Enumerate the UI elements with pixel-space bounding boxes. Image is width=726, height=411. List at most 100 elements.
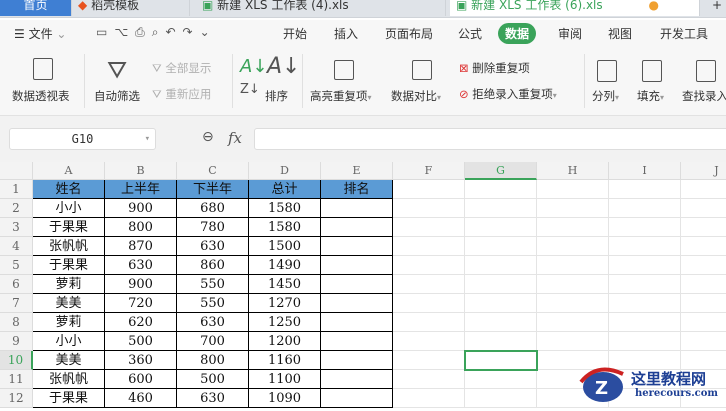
cell[interactable] [609,237,681,256]
column-header-F[interactable]: F [393,162,465,180]
row-header-5[interactable]: 5 [0,256,33,275]
cell[interactable] [465,237,537,256]
cell[interactable]: 900 [105,199,177,218]
cell[interactable] [609,199,681,218]
column-header-H[interactable]: H [537,162,609,180]
cell[interactable]: 720 [105,294,177,313]
cell[interactable]: 550 [177,294,249,313]
cell[interactable] [609,218,681,237]
sort-button[interactable]: 排序 [265,88,288,104]
show-all-button[interactable]: ⛛ 全部显示 [152,60,211,76]
tab-start[interactable]: 开始 [283,25,307,42]
chevron-down-icon[interactable]: ▾ [145,129,150,149]
cell[interactable] [393,370,465,389]
tab-formulas[interactable]: 公式 [458,25,482,42]
column-header-D[interactable]: D [249,162,321,180]
tab-home[interactable]: 首页 [0,0,72,16]
split-columns-button[interactable]: 分列▾ [592,88,619,104]
cell[interactable]: 1160 [249,351,321,370]
cell[interactable]: 于果果 [33,256,105,275]
cell[interactable]: 600 [105,370,177,389]
cell[interactable] [465,199,537,218]
cell[interactable] [681,313,726,332]
new-tab-button[interactable]: + [706,0,726,16]
tab-docer-templates[interactable]: ◆ 稻壳模板 [72,0,190,16]
cell[interactable] [465,294,537,313]
row-header-12[interactable]: 12 [0,389,33,408]
cell[interactable]: 550 [177,275,249,294]
cell[interactable] [681,256,726,275]
cell[interactable] [465,313,537,332]
cell[interactable] [393,332,465,351]
cell[interactable] [537,199,609,218]
tab-view[interactable]: 视图 [608,25,632,42]
cell[interactable]: 1200 [249,332,321,351]
cell[interactable]: 张帆帆 [33,370,105,389]
cell[interactable] [393,237,465,256]
cell[interactable] [609,332,681,351]
cell[interactable] [321,313,393,332]
highlight-duplicates-button[interactable]: 高亮重复项▾ [310,88,372,104]
cell[interactable]: 630 [177,313,249,332]
cell[interactable] [537,275,609,294]
column-header-A[interactable]: A [33,162,105,180]
cell[interactable] [465,218,537,237]
cell[interactable] [681,199,726,218]
data-compare-button[interactable]: 数据对比▾ [391,88,441,104]
cell[interactable] [393,199,465,218]
tab-file-6[interactable]: ▣ 新建 XLS 工作表 (6).xls ● [450,0,700,16]
cell[interactable]: 630 [177,389,249,408]
cell[interactable]: 小小 [33,199,105,218]
row-header-7[interactable]: 7 [0,294,33,313]
cell[interactable] [465,256,537,275]
cell[interactable]: 700 [177,332,249,351]
column-header-J[interactable]: J [681,162,726,180]
tab-review[interactable]: 审阅 [558,25,582,42]
cell[interactable] [321,256,393,275]
cell[interactable] [681,218,726,237]
cell[interactable] [537,313,609,332]
remove-duplicates-button[interactable]: ⊠ 删除重复项 [459,60,530,76]
cell[interactable]: 860 [177,256,249,275]
cell[interactable]: 870 [105,237,177,256]
quick-access-toolbar[interactable]: ▭⌥⎙⌕↶↷⌄ [96,25,217,40]
cell[interactable] [321,370,393,389]
tab-page-layout[interactable]: 页面布局 [385,25,433,42]
cell[interactable]: 小小 [33,332,105,351]
selected-cell-G10[interactable] [464,350,538,371]
cell[interactable]: 1250 [249,313,321,332]
cell[interactable] [321,351,393,370]
header-cell[interactable]: 排名 [321,180,393,199]
find-entry-button[interactable]: 查找录入 [682,88,726,104]
cell[interactable] [465,332,537,351]
cell[interactable] [609,294,681,313]
row-header-3[interactable]: 3 [0,218,33,237]
cell[interactable] [393,351,465,370]
column-header-E[interactable]: E [321,162,393,180]
row-header-2[interactable]: 2 [0,199,33,218]
cell[interactable] [609,256,681,275]
reapply-button[interactable]: ⛛ 重新应用 [152,86,211,102]
cell[interactable]: 360 [105,351,177,370]
cell[interactable] [321,294,393,313]
cell[interactable]: 于果果 [33,218,105,237]
pivot-table-button[interactable]: 数据透视表 [12,88,70,104]
cell[interactable] [537,180,609,199]
cell[interactable] [321,332,393,351]
row-header-10[interactable]: 10 [0,351,33,370]
header-cell[interactable]: 总计 [249,180,321,199]
cell[interactable] [681,294,726,313]
cell[interactable] [537,218,609,237]
cell[interactable] [321,237,393,256]
cell[interactable]: 460 [105,389,177,408]
cell[interactable]: 630 [105,256,177,275]
row-header-11[interactable]: 11 [0,370,33,389]
name-box[interactable]: G10 ▾ [9,128,156,150]
row-header-8[interactable]: 8 [0,313,33,332]
cell[interactable] [681,180,726,199]
cell[interactable] [537,294,609,313]
tab-developer[interactable]: 开发工具 [660,25,708,42]
cell[interactable] [681,332,726,351]
cell[interactable]: 630 [177,237,249,256]
column-header-B[interactable]: B [105,162,177,180]
